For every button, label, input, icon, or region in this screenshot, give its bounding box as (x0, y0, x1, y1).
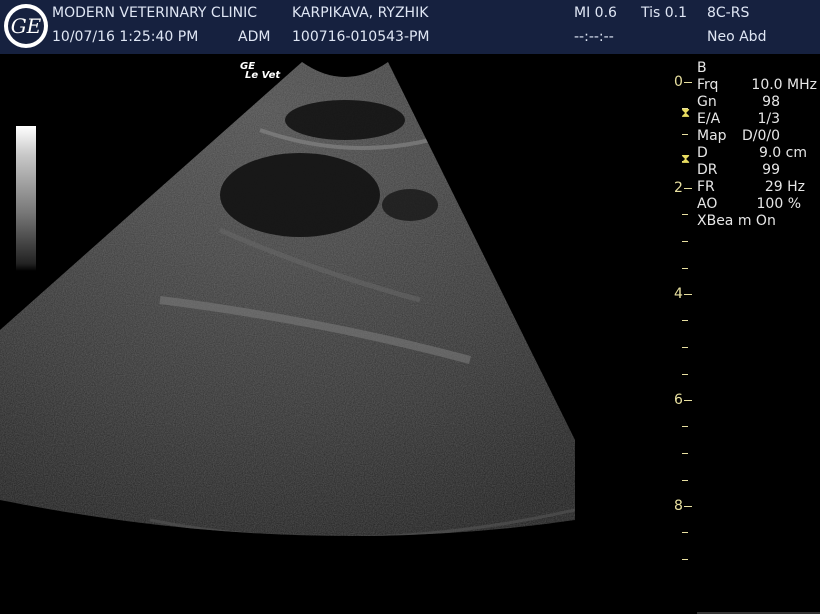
patient-name: KARPIKAVA, RYZHIK (292, 5, 429, 21)
clinic-name: MODERN VETERINARY CLINIC (52, 5, 258, 21)
grayscale-bar (16, 126, 36, 271)
focus-marker-icon[interactable]: ⧗ (681, 152, 690, 167)
param-value: 99 (762, 162, 780, 178)
preset-name: Neo Abd (707, 29, 767, 45)
depth-label-8: 8 (674, 498, 683, 514)
mechanical-index: MI 0.6 (574, 5, 617, 21)
probe-name: 8C-RS (707, 5, 750, 21)
depth-label-6: 6 (674, 392, 683, 408)
svg-text:GE: GE (11, 14, 42, 38)
depth-label-2: 2 (674, 180, 683, 196)
param-value: 98 (762, 94, 780, 110)
operator: ADM (238, 29, 271, 45)
param-value: 100 % (756, 196, 801, 212)
param-value: 29 Hz (764, 179, 805, 195)
param-value: 9.0 cm (758, 145, 807, 161)
vendor-mark-line2: Le Vet (245, 70, 281, 81)
depth-label-0: 0 (674, 74, 683, 90)
depth-label-4: 4 (674, 286, 683, 302)
timer: --:--:-- (574, 29, 614, 45)
thermal-index: Tis 0.1 (641, 5, 688, 21)
param-value: 10.0 MHz (751, 77, 817, 93)
exam-id: 100716-010543-PM (292, 29, 430, 45)
param-value: 1/3 (757, 111, 780, 127)
header-bar: GE MODERN VETERINARY CLINIC 10/07/16 1:2… (0, 0, 820, 54)
param-value: D/0/0 (741, 128, 780, 144)
date-time: 10/07/16 1:25:40 PM (52, 29, 199, 45)
imaging-mode: B (697, 60, 707, 76)
ge-logo-icon: GE (4, 4, 48, 48)
vendor-mark: GE Le Vet (240, 62, 281, 81)
focus-marker-icon[interactable]: ⧗ (681, 106, 690, 121)
param-label: XBea m On (697, 213, 776, 229)
